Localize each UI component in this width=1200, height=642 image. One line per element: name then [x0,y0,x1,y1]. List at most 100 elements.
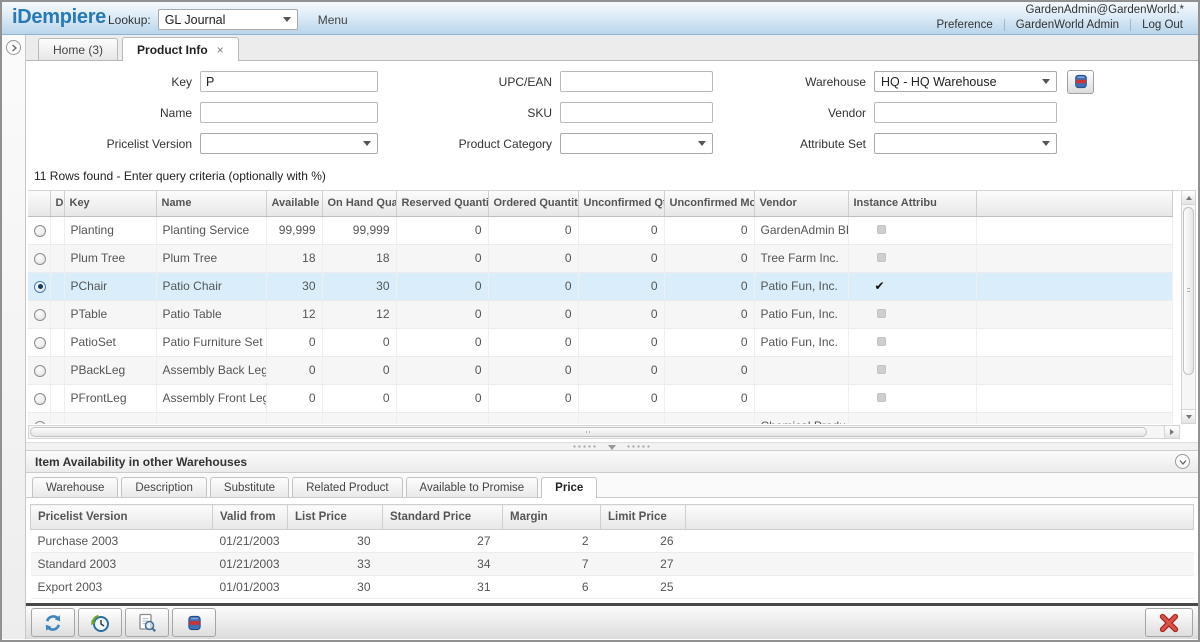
cancel-button[interactable] [1145,608,1193,637]
table-row[interactable]: Planting Planting Service 99,999 99,999 … [28,216,1173,244]
warehouse-select[interactable]: HQ - HQ Warehouse [874,71,1057,92]
tab-related-product[interactable]: Related Product [292,477,402,497]
cell-key: PatioSet [64,328,156,356]
product-category-select[interactable] [560,133,713,154]
tab-warehouse[interactable]: Warehouse [32,477,118,497]
instance-attribute-checkbox [877,337,886,346]
tab-description[interactable]: Description [121,477,207,497]
results-grid-viewport: D Key Name Available On Hand Qua Reserve… [28,190,1180,424]
product-attribute-button[interactable] [1067,70,1094,94]
table-row[interactable]: Plum Tree Plum Tree 18 18 0 0 0 0 Tree F… [28,244,1173,272]
price-row[interactable]: Purchase 2003 01/21/2003 30 27 2 26 [31,530,1194,553]
col-header-margin[interactable]: Margin [503,505,601,530]
sku-input[interactable] [560,102,713,123]
refresh-button[interactable] [31,608,75,637]
cell-key: Planting [64,216,156,244]
cell-vendor [754,356,848,384]
user-info: GardenAdmin@GardenWorld.* [1026,4,1184,16]
tab-substitute[interactable]: Substitute [210,477,289,497]
col-header-unconfirmed-qty[interactable]: Unconfirmed Qty [578,191,664,216]
col-header-key[interactable]: Key [64,191,156,216]
col-header-reserved[interactable]: Reserved Quantit [396,191,488,216]
results-header-row: D Key Name Available On Hand Qua Reserve… [28,191,1173,216]
scroll-right-button[interactable] [1164,426,1179,438]
scroll-down-button[interactable] [1182,409,1195,423]
upc-label: UPC/EAN [392,75,560,89]
col-header-limit-price[interactable]: Limit Price [601,505,686,530]
col-header-unconfirmed-mov[interactable]: Unconfirmed Mov [664,191,754,216]
horizontal-scroll-thumb[interactable] [30,427,1147,437]
pricelist-version-label: Pricelist Version [26,137,200,151]
collapse-panel-button[interactable] [1175,454,1190,469]
logout-link[interactable]: Log Out [1130,19,1194,31]
search-form: Key UPC/EAN Warehouse HQ - HQ Warehouse [26,61,1198,159]
role-link[interactable]: GardenWorld Admin [1004,19,1130,31]
table-row-partial[interactable]: Chemical Product [28,412,1173,424]
col-header-discontinued[interactable]: D [50,191,64,216]
table-row[interactable]: PFrontLeg Assembly Front Leg 0 0 0 0 0 0 [28,384,1173,412]
row-radio[interactable] [34,421,46,424]
col-header-filler [976,191,1173,216]
lookup-row: Lookup: GL Journal Menu [108,9,348,30]
name-input[interactable] [200,102,378,123]
cell-key: PFrontLeg [64,384,156,412]
upc-input[interactable] [560,71,713,92]
price-row[interactable]: Export 2003 01/01/2003 30 31 6 25 [31,576,1194,599]
table-row[interactable]: PTable Patio Table 12 12 0 0 0 0 Patio F… [28,300,1173,328]
col-header-list-price[interactable]: List Price [288,505,383,530]
vertical-scrollbar[interactable] [1181,190,1196,424]
col-header-vendor[interactable]: Vendor [754,191,848,216]
triangle-down-icon [1186,415,1192,422]
price-row[interactable]: Standard 2003 01/21/2003 33 34 7 27 [31,553,1194,576]
panel-splitter[interactable] [26,442,1198,451]
col-header-instance-attribute[interactable]: Instance Attribu [848,191,976,216]
col-header-ordered[interactable]: Ordered Quantity [488,191,578,216]
row-radio[interactable] [34,225,46,237]
chevron-down-icon [698,141,706,150]
attribute-set-label: Attribute Set [724,137,874,151]
vendor-input[interactable] [874,102,1057,123]
row-radio[interactable] [34,365,46,377]
tab-available-to-promise[interactable]: Available to Promise [406,477,539,497]
row-radio[interactable] [34,393,46,405]
tab-price[interactable]: Price [541,477,597,498]
cell-key: PChair [64,272,156,300]
col-header-standard-price[interactable]: Standard Price [383,505,503,530]
lookup-select[interactable]: GL Journal [158,9,298,30]
table-row-selected[interactable]: PChair Patio Chair 30 30 0 0 0 0 Patio F… [28,272,1173,300]
table-row[interactable]: PatioSet Patio Furniture Set 0 0 0 0 0 0… [28,328,1173,356]
zoom-button[interactable] [125,608,169,637]
menu-button[interactable]: Menu [318,13,348,27]
lookup-select-value: GL Journal [165,13,226,27]
col-header-on-hand[interactable]: On Hand Qua [322,191,396,216]
col-header-available[interactable]: Available [266,191,322,216]
row-radio-selected[interactable] [34,281,46,293]
key-label: Key [26,75,200,89]
row-radio[interactable] [34,309,46,321]
expand-west-button[interactable] [6,40,21,55]
preference-link[interactable]: Preference [925,19,1003,31]
table-row[interactable]: PBackLeg Assembly Back Leg 0 0 0 0 0 0 [28,356,1173,384]
vertical-scroll-thumb[interactable] [1183,207,1194,375]
horizontal-scrollbar[interactable] [28,425,1180,439]
cell-name: Assembly Back Leg [156,356,266,384]
tab-home-label: Home (3) [53,43,103,57]
product-attribute-grid-button[interactable] [172,608,216,637]
close-tab-icon[interactable]: × [217,43,224,57]
pricelist-version-select[interactable] [200,133,378,154]
col-header-select[interactable] [28,191,50,216]
col-header-valid-from[interactable]: Valid from [213,505,288,530]
row-radio[interactable] [34,253,46,265]
col-header-name[interactable]: Name [156,191,266,216]
tab-product-info[interactable]: Product Info × [122,37,239,61]
splitter-grip-icon [572,445,598,448]
attribute-set-select[interactable] [874,133,1057,154]
tab-home[interactable]: Home (3) [38,38,118,60]
chevron-down-icon [1042,79,1050,88]
row-radio[interactable] [34,337,46,349]
col-header-pricelist-version[interactable]: Pricelist Version [31,505,213,530]
key-input[interactable] [200,71,378,92]
history-button[interactable] [78,608,122,637]
scroll-up-button[interactable] [1182,191,1195,205]
app-logo[interactable]: iDempiere [12,6,106,29]
